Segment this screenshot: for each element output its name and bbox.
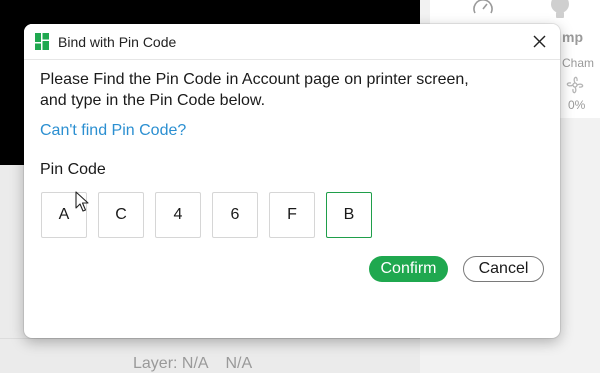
chamber-label: Cham <box>562 56 595 70</box>
close-button[interactable] <box>524 28 554 55</box>
cancel-button[interactable]: Cancel <box>463 256 544 282</box>
divider <box>0 338 420 339</box>
layer-value: N/A <box>225 355 253 372</box>
bambu-logo-icon <box>35 33 49 50</box>
pin-digit-4[interactable]: 6 <box>212 192 258 238</box>
fan-icon <box>566 76 584 94</box>
pin-digit-5[interactable]: F <box>269 192 315 238</box>
layer-info: Layer: N/A N/A <box>133 355 252 373</box>
pin-digit-6[interactable]: B <box>326 192 372 238</box>
cant-find-pin-link[interactable]: Can't find Pin Code? <box>40 122 186 140</box>
mouse-cursor-icon <box>75 191 89 212</box>
dialog-title: Bind with Pin Code <box>58 34 177 50</box>
close-icon <box>533 35 545 48</box>
pin-digit-2[interactable]: C <box>98 192 144 238</box>
layer-label: Layer: N/A <box>133 355 208 372</box>
pin-digit-3[interactable]: 4 <box>155 192 201 238</box>
bind-pin-dialog: Bind with Pin Code Please Find the Pin C… <box>24 24 560 338</box>
temp-label: mp <box>562 29 583 45</box>
confirm-button[interactable]: Confirm <box>369 256 448 282</box>
speed-gauge-icon[interactable] <box>472 0 494 18</box>
pin-code-label: Pin Code <box>40 161 106 178</box>
lamp-icon[interactable] <box>548 0 572 20</box>
chamber-percent: 0% <box>568 98 586 112</box>
instruction-text: Please Find the Pin Code in Account page… <box>40 71 469 109</box>
dialog-title-bar[interactable]: Bind with Pin Code <box>24 24 560 60</box>
